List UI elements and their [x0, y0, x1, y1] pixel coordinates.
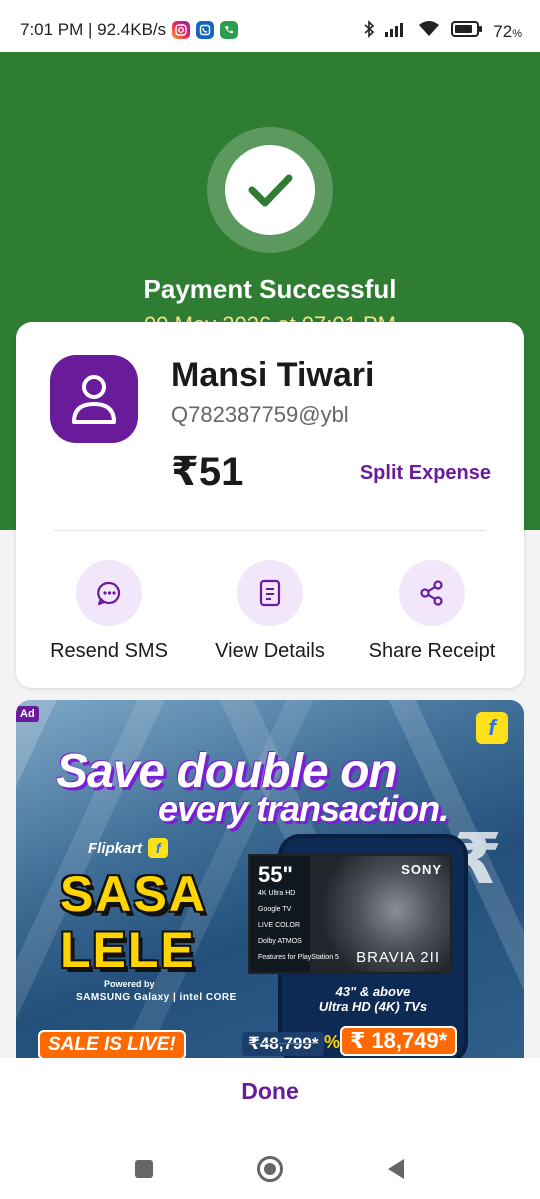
- tv-caption-line-2: Ultra HD (4K) TVs: [318, 999, 428, 1014]
- signal-icon: [385, 21, 407, 42]
- resend-sms-label: Resend SMS: [50, 640, 168, 662]
- tv-caption: 43" & above Ultra HD (4K) TVs: [278, 984, 468, 1014]
- powered-by-label: Powered by: [104, 979, 155, 989]
- new-price: ₹ 18,749*: [340, 1026, 458, 1056]
- tv-size: 55": [258, 862, 293, 887]
- flipkart-mini-logo-icon: f: [148, 838, 169, 858]
- chat-bubble-icon: [97, 581, 121, 606]
- payment-card: Mansi Tiwari Q782387759@ybl ₹51 Split Ex…: [16, 322, 524, 688]
- sale-title-line-2: LELE: [60, 922, 196, 978]
- share-receipt-label: Share Receipt: [368, 640, 496, 662]
- tv-brand: SONY: [401, 862, 442, 877]
- square-icon: [135, 1160, 153, 1178]
- avatar: [50, 355, 138, 443]
- share-icon: [420, 580, 443, 606]
- resend-sms-icon-circle: [76, 560, 142, 626]
- payee-upi-id: Q782387759@ybl: [171, 402, 349, 427]
- person-icon: [72, 375, 116, 424]
- tv-product-card: 55" 4K Ultra HD Google TV LIVE COLOR Dol…: [248, 854, 452, 974]
- sale-live-badge: SALE IS LIVE!: [38, 1030, 186, 1060]
- instagram-icon: [172, 21, 191, 39]
- tv-spec-playstation: Features for PlayStation 5: [258, 954, 339, 961]
- discount-percent-icon: %: [324, 1032, 341, 1052]
- back-button[interactable]: [381, 1154, 411, 1184]
- view-details-button[interactable]: View Details: [190, 560, 350, 663]
- back-triangle-icon: [388, 1159, 404, 1179]
- tv-spec-resolution: 4K Ultra HD: [258, 890, 296, 897]
- tv-caption-line-1: 43" & above: [335, 984, 411, 999]
- view-details-label: View Details: [215, 640, 325, 662]
- flipkart-brand: Flipkart f: [88, 838, 169, 858]
- old-price: ₹48,799*: [242, 1032, 325, 1056]
- status-time-speed: 7:01 PM | 92.4KB/s: [20, 20, 167, 39]
- wifi-icon: [417, 20, 441, 43]
- ad-badge: Ad: [16, 706, 39, 722]
- tv-spec-google-tv: Google TV: [258, 906, 292, 913]
- recents-button[interactable]: [129, 1154, 159, 1184]
- payment-amount: ₹51: [171, 450, 244, 494]
- sale-title: SASA LELE: [60, 866, 207, 978]
- status-left: 7:01 PM | 92.4KB/s: [20, 20, 239, 40]
- payee-name: Mansi Tiwari: [171, 356, 375, 394]
- split-expense-button[interactable]: Split Expense: [360, 462, 491, 485]
- checkmark-icon: [248, 174, 293, 207]
- home-circle-icon: [257, 1156, 283, 1182]
- flipkart-brand-label: Flipkart: [88, 839, 143, 857]
- view-details-icon-circle: [237, 560, 303, 626]
- home-button[interactable]: [255, 1154, 285, 1184]
- tv-model: BRAVIA 2II: [356, 949, 440, 966]
- tv-spec-live-color: LIVE COLOR: [258, 922, 301, 929]
- flipkart-logo-icon: f: [476, 712, 508, 744]
- system-nav-bar: [0, 1140, 540, 1199]
- ad-headline-2: every transaction.: [158, 788, 449, 829]
- resend-sms-button[interactable]: Resend SMS: [29, 560, 189, 663]
- tv-spec-dolby: Dolby ATMOS: [258, 938, 302, 945]
- ad-banner[interactable]: Ad f Save double on every transaction. ₹…: [16, 700, 524, 1060]
- done-button[interactable]: Done: [0, 1078, 540, 1105]
- bluetooth-icon: [363, 20, 375, 43]
- status-right: 72%: [363, 20, 522, 43]
- document-icon: [259, 579, 281, 607]
- phone-app-icon: [196, 21, 215, 39]
- check-circle: [225, 145, 315, 235]
- battery-icon: [451, 21, 483, 42]
- sale-title-line-1: SASA: [60, 866, 207, 922]
- phone-call-icon: [220, 21, 239, 39]
- payment-status-title: Payment Successful: [143, 274, 397, 304]
- share-receipt-button[interactable]: Share Receipt: [352, 560, 512, 663]
- card-divider: [54, 530, 486, 531]
- partner-logos: SAMSUNG Galaxy | intel CORE: [76, 992, 237, 1003]
- share-receipt-icon-circle: [399, 560, 465, 626]
- battery-percent: 72%: [493, 21, 522, 41]
